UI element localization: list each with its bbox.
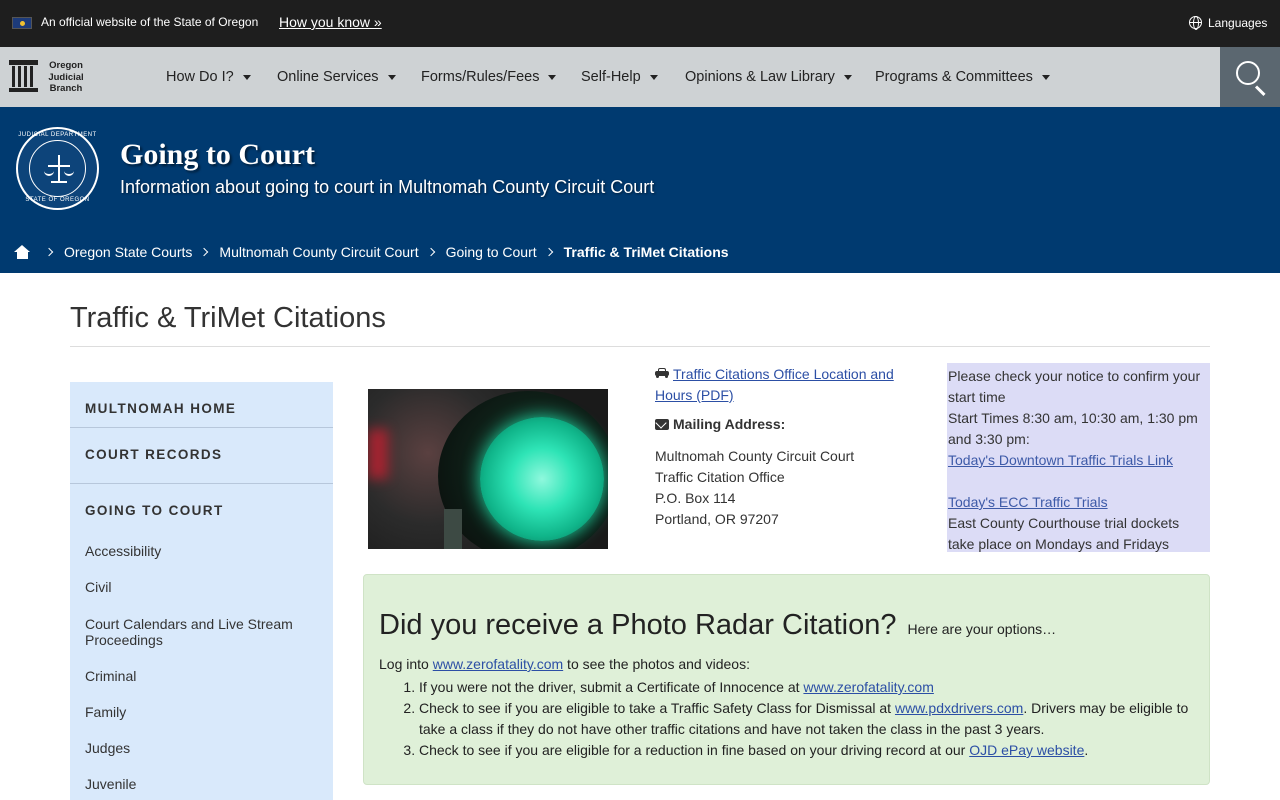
- official-site-text: An official website of the State of Oreg…: [41, 15, 259, 29]
- caret-down-icon: [1041, 74, 1050, 80]
- sidebar-link-juvenile[interactable]: Juvenile: [85, 776, 320, 792]
- photo-radar-section: Did you receive a Photo Radar Citation? …: [363, 574, 1210, 785]
- sidebar-item-going-to-court[interactable]: GOING TO COURT: [85, 503, 224, 518]
- address-line: Traffic Citation Office: [655, 469, 785, 485]
- nav-item-programs-committees[interactable]: Programs & Committees: [875, 47, 1050, 107]
- sidebar-item-court-records[interactable]: COURT RECORDS: [85, 447, 222, 462]
- start-times-notice: Please check your notice to confirm your…: [947, 363, 1210, 552]
- list-item: If you were not the driver, submit a Cer…: [419, 677, 1199, 698]
- nav-item-forms-rules-fees[interactable]: Forms/Rules/Fees: [421, 47, 557, 107]
- sidebar-divider: [70, 427, 333, 428]
- pdxdrivers-link[interactable]: www.pdxdrivers.com: [895, 700, 1023, 716]
- notice-ecc-text: East County Courthouse trial dockets tak…: [948, 515, 1180, 552]
- caret-down-icon: [843, 74, 852, 80]
- title-divider: [70, 346, 1210, 347]
- address-line: P.O. Box 114: [655, 490, 736, 506]
- zerofatality-link[interactable]: www.zerofatality.com: [433, 656, 563, 672]
- address-line: Multnomah County Circuit Court: [655, 448, 855, 464]
- sidebar-link-judges[interactable]: Judges: [85, 740, 320, 756]
- photo-radar-heading: Did you receive a Photo Radar Citation? …: [379, 609, 1057, 641]
- downtown-traffic-trials-link[interactable]: Today's Downtown Traffic Trials Link: [948, 452, 1173, 468]
- caret-down-icon: [387, 74, 396, 80]
- nav-item-opinions-law-library[interactable]: Opinions & Law Library: [685, 47, 852, 107]
- traffic-light-image: [368, 389, 608, 549]
- main-navigation: Oregon Judicial Branch How Do I? Online …: [0, 47, 1280, 107]
- banner-subtitle: Information about going to court in Mult…: [120, 177, 655, 197]
- mailing-address-heading: Mailing Address:: [673, 416, 786, 432]
- breadcrumb: Oregon State Courts Multnomah County Cir…: [14, 243, 729, 261]
- search-icon: [1236, 61, 1260, 85]
- oregon-flag-icon: [12, 17, 32, 29]
- sidebar-link-civil[interactable]: Civil: [85, 579, 320, 595]
- sidebar-link-accessibility[interactable]: Accessibility: [85, 543, 320, 559]
- breadcrumb-multnomah-county[interactable]: Multnomah County Circuit Court: [219, 244, 418, 260]
- photo-radar-options: If you were not the driver, submit a Cer…: [419, 677, 1199, 761]
- caret-down-icon: [548, 74, 557, 80]
- how-you-know-link[interactable]: How you know »: [279, 14, 382, 30]
- office-location-link[interactable]: Traffic Citations Office Location and Ho…: [655, 364, 915, 406]
- chevron-right-icon: [44, 247, 54, 257]
- ojd-logo[interactable]: Oregon Judicial Branch: [9, 60, 89, 94]
- nav-item-how-do-i[interactable]: How Do I?: [166, 47, 251, 107]
- notice-text: Please check your notice to confirm your…: [948, 368, 1201, 405]
- page-title: Traffic & TriMet Citations: [70, 302, 386, 334]
- sidebar-link-criminal[interactable]: Criminal: [85, 668, 320, 684]
- official-banner: An official website of the State of Oreg…: [0, 0, 1280, 47]
- chevron-right-icon: [200, 247, 209, 257]
- judicial-department-seal: JUDICIAL DEPARTMENT STATE OF OREGON: [16, 127, 99, 210]
- caret-down-icon: [649, 74, 658, 80]
- banner-title: Going to Court: [120, 138, 315, 171]
- list-item: Check to see if you are eligible for a r…: [419, 740, 1199, 761]
- envelope-icon: [655, 419, 669, 430]
- list-item: Check to see if you are eligible to take…: [419, 698, 1199, 740]
- ecc-traffic-trials-link[interactable]: Today's ECC Traffic Trials: [948, 494, 1108, 510]
- address-line: Portland, OR 97207: [655, 511, 779, 527]
- sidebar-link-family[interactable]: Family: [85, 704, 320, 720]
- ojd-epay-link[interactable]: OJD ePay website: [969, 742, 1084, 758]
- nav-item-online-services[interactable]: Online Services: [277, 47, 396, 107]
- caret-down-icon: [242, 74, 251, 80]
- notice-start-times: Start Times 8:30 am, 10:30 am, 1:30 pm a…: [948, 410, 1198, 447]
- page-banner: JUDICIAL DEPARTMENT STATE OF OREGON Goin…: [0, 107, 1280, 273]
- nav-item-self-help[interactable]: Self-Help: [581, 47, 658, 107]
- sidebar-link-court-calendars[interactable]: Court Calendars and Live Stream Proceedi…: [85, 616, 320, 648]
- breadcrumb-oregon-state-courts[interactable]: Oregon State Courts: [64, 244, 192, 260]
- breadcrumb-current: Traffic & TriMet Citations: [563, 244, 729, 260]
- sidebar-divider: [70, 483, 333, 484]
- sidebar-item-multnomah-home[interactable]: MULTNOMAH HOME: [85, 401, 236, 416]
- zerofatality-innocence-link[interactable]: www.zerofatality.com: [803, 679, 933, 695]
- search-button[interactable]: [1220, 47, 1280, 107]
- courthouse-pillars-icon: [9, 60, 38, 92]
- photo-radar-intro: Log into www.zerofatality.com to see the…: [379, 656, 750, 672]
- chevron-right-icon: [544, 247, 553, 257]
- home-icon[interactable]: [14, 245, 31, 259]
- chevron-right-icon: [426, 247, 435, 257]
- globe-icon[interactable]: [1189, 16, 1202, 30]
- sidebar-navigation: MULTNOMAH HOME COURT RECORDS GOING TO CO…: [70, 382, 333, 800]
- logo-text: Oregon Judicial Branch: [48, 60, 84, 94]
- languages-link[interactable]: Languages: [1208, 16, 1267, 30]
- breadcrumb-going-to-court[interactable]: Going to Court: [446, 244, 537, 260]
